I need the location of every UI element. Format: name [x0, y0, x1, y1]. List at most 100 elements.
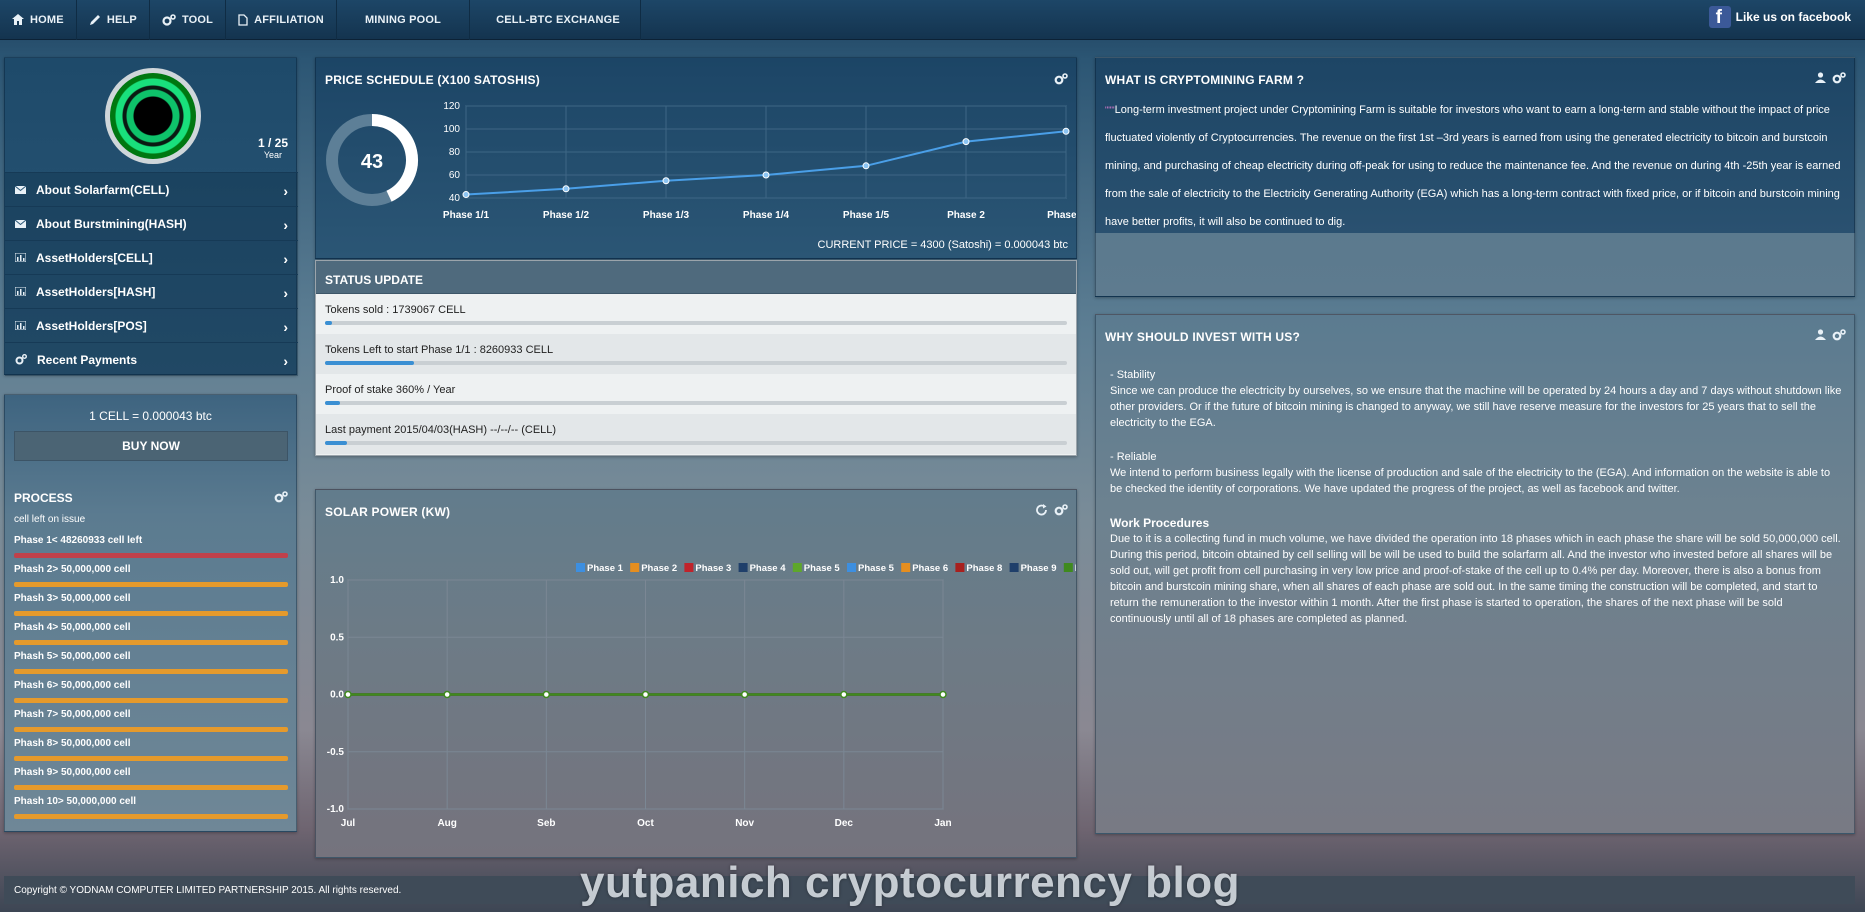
- x-tick-label: Phase 1/5: [843, 210, 890, 221]
- sidebar-item-assetholders-pos[interactable]: AssetHolders[POS] ›: [5, 308, 298, 342]
- gears-icon[interactable]: [1054, 73, 1068, 85]
- phase-bar: [14, 756, 288, 761]
- phase-bar: [14, 553, 288, 558]
- gears-icon[interactable]: [1832, 72, 1846, 84]
- price-gauge: 43: [326, 114, 418, 206]
- data-point: [542, 690, 551, 699]
- nav-mining-pool[interactable]: MINING POOL: [337, 0, 471, 40]
- phase-label: Phash 9> 50,000,000 cell: [14, 767, 131, 778]
- phase-bar: [14, 698, 288, 703]
- gauge-value: 43: [361, 151, 383, 173]
- x-tick-label: Dec: [835, 818, 854, 829]
- phase-bar: [14, 785, 288, 790]
- nav-cell-btc-exchange[interactable]: CELL-BTC EXCHANGE: [470, 0, 641, 40]
- x-tick-label: Phase 1/3: [643, 210, 690, 221]
- legend-label: Phase 4: [750, 563, 787, 574]
- current-price: CURRENT PRICE = 4300 (Satoshi) = 0.00004…: [817, 239, 1068, 251]
- solar-panel-tools: [1035, 504, 1068, 516]
- status-progress-track: [325, 401, 1067, 405]
- phase-label: Phash 10> 50,000,000 cell: [14, 796, 137, 807]
- file-icon: [238, 13, 248, 26]
- nav-home-label: HOME: [30, 13, 64, 26]
- data-point: [462, 191, 470, 199]
- phase-bar: [14, 669, 288, 674]
- gears-icon[interactable]: [1054, 504, 1068, 516]
- why-section-heading: - Reliable: [1110, 451, 1157, 463]
- legend-label: Phase 6: [912, 563, 948, 574]
- phase-item: Phash 4> 50,000,000 cell: [14, 622, 288, 645]
- legend-label: Phase 8: [966, 563, 1002, 574]
- nav-home[interactable]: HOME: [0, 0, 77, 40]
- status-text: Tokens sold : 1739067 CELL: [325, 304, 466, 316]
- y-tick-label: 80: [449, 147, 461, 158]
- nav-affiliation[interactable]: AFFILIATION: [226, 0, 337, 40]
- sidebar-item-label: AssetHolders[POS]: [36, 318, 147, 333]
- phase-item: Phash 2> 50,000,000 cell: [14, 564, 288, 587]
- sidebar-item-label: About Burstmining(HASH): [36, 216, 187, 231]
- gears-icon[interactable]: [274, 491, 288, 503]
- status-progress-track: [325, 361, 1067, 365]
- x-tick-label: Oct: [637, 818, 654, 829]
- solar-power-panel: SOLAR POWER (KW) 1.0 0.5 0.0 -0.5 -1.0 Jul Aug…: [315, 489, 1077, 858]
- status-text: Last payment 2015/04/03(HASH) --/--/-- (…: [325, 424, 557, 436]
- logo: [105, 68, 201, 164]
- why-invest-title: WHY SHOULD INVEST WITH US?: [1105, 330, 1300, 344]
- x-tick-label: Phase 1/4: [743, 210, 790, 221]
- phase-bar: [14, 640, 288, 645]
- year-label: Year: [263, 150, 282, 160]
- nav-help[interactable]: HELP: [77, 0, 150, 40]
- data-point: [840, 690, 848, 699]
- sidebar-item-assetholders-cell[interactable]: AssetHolders[CELL] ›: [5, 240, 298, 274]
- nav-tool[interactable]: TOOL: [150, 0, 227, 40]
- y-tick-label: 40: [449, 193, 461, 204]
- status-text: Tokens Left to start Phase 1/1 : 8260933…: [325, 344, 554, 356]
- sidebar-item-recent-payments[interactable]: Recent Payments ›: [5, 342, 298, 376]
- envelope-icon: [15, 219, 26, 228]
- sidebar-item-about-burstmining[interactable]: About Burstmining(HASH) ›: [5, 206, 298, 240]
- sidebar-item-about-solarfarm[interactable]: About Solarfarm(CELL) ›: [5, 172, 298, 206]
- nav-exchange-label: CELL-BTC EXCHANGE: [496, 13, 620, 26]
- status-text: Proof of stake 360% / Year: [325, 384, 456, 396]
- legend-swatch: [576, 563, 585, 572]
- user-icon[interactable]: [1815, 72, 1826, 83]
- facebook-like-link[interactable]: f Like us on facebook: [1708, 6, 1851, 28]
- phase-bar: [14, 611, 288, 616]
- phase-bar: [14, 727, 288, 732]
- legend-label: Phase 10: [1075, 563, 1076, 574]
- status-progress-fill: [325, 441, 348, 445]
- user-icon[interactable]: [1815, 329, 1826, 340]
- what-is-title: WHAT IS CRYPTOMINING FARM ?: [1105, 73, 1305, 87]
- home-icon: [12, 14, 24, 25]
- buy-now-button[interactable]: BUY NOW: [14, 431, 288, 461]
- chevron-right-icon: ›: [283, 285, 288, 301]
- what-is-text: """Long-term investment project under Cr…: [1105, 96, 1845, 236]
- data-point: [962, 138, 970, 146]
- legend-swatch: [684, 563, 694, 572]
- price-schedule-title: PRICE SCHEDULE (X100 SATOSHIS): [325, 73, 540, 87]
- legend-label: Phase 5: [858, 563, 895, 574]
- why-invest-body: - Stability Since we can produce the ele…: [1110, 367, 1843, 627]
- why-section-heading: Work Procedures: [1110, 516, 1210, 530]
- chevron-right-icon: ›: [283, 183, 288, 199]
- legend-label: Phase 5: [804, 563, 841, 574]
- top-navbar: HOME HELP TOOL AFFILIATION MINING POOL C…: [0, 0, 1865, 40]
- sidebar-item-assetholders-hash[interactable]: AssetHolders[HASH] ›: [5, 274, 298, 308]
- refresh-icon[interactable]: [1035, 504, 1048, 516]
- solar-power-chart: 1.0 0.5 0.0 -0.5 -1.0 Jul Aug Seb Oct Nov Dec Jan Ph…: [327, 563, 1076, 829]
- phase-item: Phash 5> 50,000,000 cell: [14, 651, 288, 674]
- gears-icon[interactable]: [1832, 329, 1846, 341]
- bar-chart-icon: [15, 253, 26, 262]
- status-row: Tokens sold : 1739067 CELL: [316, 294, 1076, 334]
- x-tick-label: Jul: [341, 818, 356, 829]
- status-progress-fill: [325, 321, 333, 325]
- phase-label: Phase 1< 48260933 cell left: [14, 535, 143, 546]
- data-point: [662, 177, 670, 185]
- why-section-heading: - Stability: [1110, 369, 1156, 381]
- what-is-panel: WHAT IS CRYPTOMINING FARM ? """Long-term…: [1095, 57, 1855, 297]
- chevron-right-icon: ›: [283, 353, 288, 369]
- x-tick-label: Phase 1/2: [543, 210, 590, 221]
- data-point: [762, 171, 770, 179]
- sidebar-panel: 1 / 25 Year About Solarfarm(CELL) › Abou…: [4, 57, 298, 376]
- nav-tool-label: TOOL: [181, 13, 214, 26]
- pencil-icon: [89, 14, 100, 25]
